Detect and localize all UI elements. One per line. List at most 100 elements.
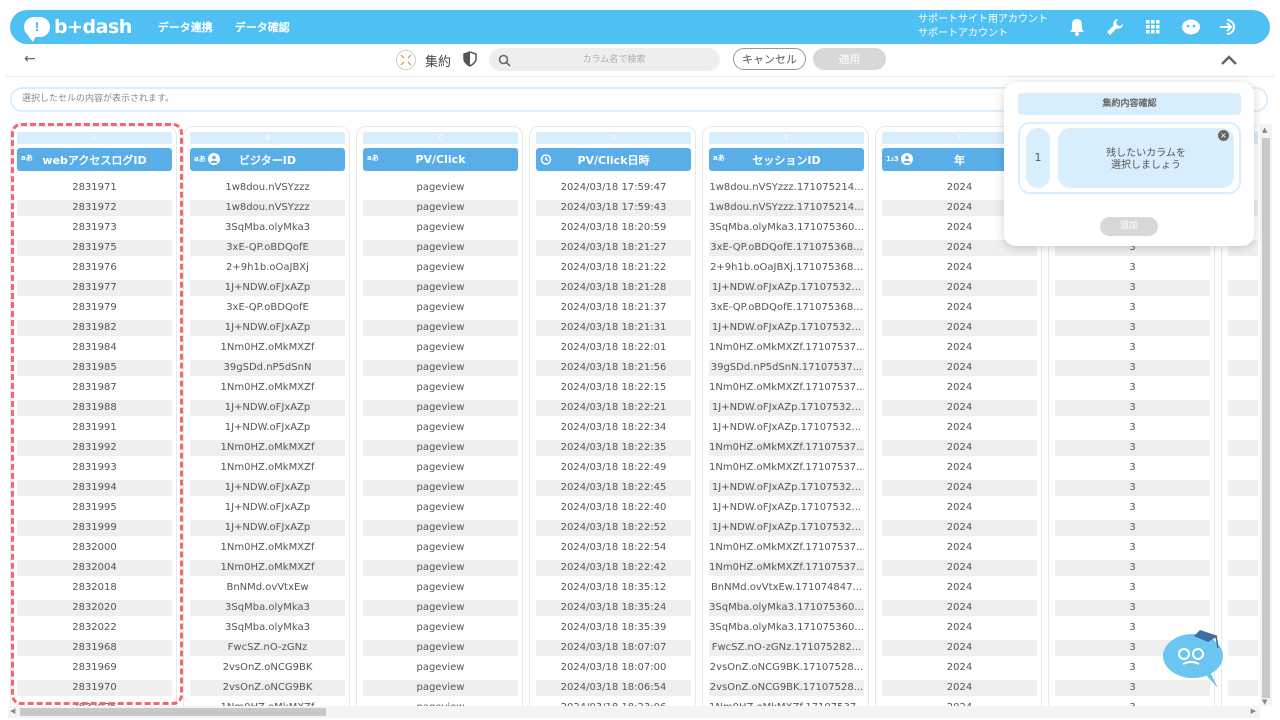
table-cell[interactable]: BnNMd.ovVtxEw [190,580,345,596]
table-cell[interactable]: pageview [363,400,518,416]
table-cell[interactable]: pageview [363,240,518,256]
table-cell[interactable] [1228,480,1258,496]
table-cell[interactable]: pageview [363,600,518,616]
column-e[interactable]: Eaあ セッションID 1w8dou.nVSYzzz.171075214... 1w8… [702,126,869,706]
table-cell[interactable] [1228,520,1258,536]
table-cell[interactable]: 2024 [882,480,1037,496]
table-cell[interactable]: 2831994 [17,480,172,496]
table-cell[interactable]: 1Nm0HZ.oMkMXZf.17107537... [709,460,864,476]
table-cell[interactable]: 2831975 [17,240,172,256]
table-cell[interactable]: 2831971 [17,180,172,196]
shield-icon[interactable] [463,51,477,71]
table-cell[interactable]: 1J+NDW.oFJxAZp.17107532... [709,280,864,296]
table-cell[interactable]: 2024/03/18 18:21:22 [536,260,691,276]
table-cell[interactable]: 3 [1055,580,1210,596]
table-cell[interactable] [1228,400,1258,416]
chevron-up-icon[interactable] [1220,51,1238,70]
column-letter[interactable]: A [17,132,172,144]
table-cell[interactable]: 2831993 [17,460,172,476]
table-cell[interactable]: 39gSDd.nP5dSnN [190,360,345,376]
table-cell[interactable]: 3 [1055,260,1210,276]
table-cell[interactable]: 3xE-QP.oBDQofE.171075368... [709,300,864,316]
table-cell[interactable]: 2024/03/18 17:59:43 [536,200,691,216]
table-cell[interactable]: 1J+NDW.oFJxAZp.17107532... [709,520,864,536]
scroll-left-icon[interactable]: ◀ [10,707,15,715]
table-cell[interactable]: 3 [1055,460,1210,476]
table-cell[interactable]: 2024 [882,520,1037,536]
close-icon[interactable]: × [1218,130,1229,141]
table-cell[interactable]: 2024/03/18 18:21:28 [536,280,691,296]
table-cell[interactable]: 3SqMba.olyMka3 [190,620,345,636]
table-cell[interactable]: pageview [363,200,518,216]
nav-data-confirm[interactable]: データ確認 [235,19,290,35]
table-cell[interactable]: 1J+NDW.oFJxAZp.17107532... [709,400,864,416]
cancel-button[interactable]: キャンセル [733,48,806,70]
table-cell[interactable]: 1J+NDW.oFJxAZp.17107532... [709,420,864,436]
table-cell[interactable]: FwcSZ.nO-zGNz [190,640,345,656]
table-cell[interactable]: 2831979 [17,300,172,316]
table-cell[interactable]: 2024/03/18 18:22:34 [536,420,691,436]
support-chat-icon[interactable] [1180,17,1202,37]
horizontal-scroll-thumb[interactable] [20,708,326,716]
table-cell[interactable]: 2024 [882,300,1037,316]
table-cell[interactable]: 2024 [882,560,1037,576]
table-cell[interactable]: pageview [363,680,518,696]
table-cell[interactable]: 3 [1055,320,1210,336]
table-cell[interactable]: 2024/03/18 18:07:07 [536,640,691,656]
table-cell[interactable]: 3 [1055,340,1210,356]
column-header[interactable]: aあ webアクセスログID [17,148,172,171]
table-cell[interactable]: 2831976 [17,260,172,276]
table-cell[interactable] [1228,560,1258,576]
table-cell[interactable] [1228,540,1258,556]
table-cell[interactable]: 1J+NDW.oFJxAZp [190,400,345,416]
table-cell[interactable]: 3xE-QP.oBDQofE [190,300,345,316]
table-cell[interactable]: 2024/03/18 18:35:12 [536,580,691,596]
table-cell[interactable] [1228,260,1258,276]
table-cell[interactable]: 2024/03/18 18:22:54 [536,540,691,556]
table-cell[interactable]: 2831970 [17,680,172,696]
column-letter[interactable]: B [190,132,345,144]
table-cell[interactable]: 2vsOnZ.oNCG9BK.17107528... [709,680,864,696]
table-cell[interactable]: 3 [1055,440,1210,456]
table-cell[interactable]: 2024 [882,360,1037,376]
column-search[interactable] [489,48,720,71]
scroll-up-icon[interactable]: ▲ [1262,126,1267,134]
table-cell[interactable]: pageview [363,380,518,396]
table-cell[interactable]: 1Nm0HZ.oMkMXZf [190,380,345,396]
table-cell[interactable]: 1J+NDW.oFJxAZp [190,280,345,296]
column-b[interactable]: Baあ ビジターID 1w8dou.nVSYzzz 1w8dou.nVSYzzz 3Sq… [183,126,350,706]
aggregate-item[interactable]: 1 残したいカラムを 選択しましょう × [1018,122,1241,194]
table-cell[interactable]: 1Nm0HZ.oMkMXZf.17107537... [709,440,864,456]
table-cell[interactable] [1228,680,1258,696]
table-cell[interactable]: 1J+NDW.oFJxAZp.17107532... [709,480,864,496]
table-cell[interactable] [1228,440,1258,456]
table-cell[interactable]: 2831999 [17,520,172,536]
apps-grid-icon[interactable] [1142,17,1164,37]
table-cell[interactable]: 1J+NDW.oFJxAZp [190,500,345,516]
table-cell[interactable]: pageview [363,260,518,276]
table-cell[interactable] [1228,620,1258,636]
table-cell[interactable]: 2024/03/18 18:22:15 [536,380,691,396]
table-cell[interactable]: 2832020 [17,600,172,616]
table-cell[interactable]: 2024 [882,600,1037,616]
table-cell[interactable]: 2+9h1b.oOaJBXj [190,260,345,276]
table-cell[interactable]: 1Nm0HZ.oMkMXZf.17107537... [709,540,864,556]
column-header[interactable]: aあ セッションID [709,148,864,171]
table-cell[interactable]: 1Nm0HZ.oMkMXZf.17107537... [709,340,864,356]
table-cell[interactable]: 39gSDd.nP5dSnN.17107537... [709,360,864,376]
table-cell[interactable]: pageview [363,620,518,636]
table-cell[interactable]: pageview [363,500,518,516]
table-cell[interactable] [1228,500,1258,516]
column-header[interactable]: PV/Click日時 [536,148,691,171]
table-cell[interactable]: 2024 [882,460,1037,476]
table-cell[interactable]: pageview [363,180,518,196]
table-cell[interactable]: 1J+NDW.oFJxAZp.17107532... [709,320,864,336]
table-cell[interactable]: pageview [363,340,518,356]
nav-data-integration[interactable]: データ連携 [158,19,213,35]
table-cell[interactable] [1228,280,1258,296]
table-cell[interactable]: 2024/03/18 18:22:40 [536,500,691,516]
table-cell[interactable]: 2024/03/18 17:59:47 [536,180,691,196]
table-cell[interactable]: pageview [363,520,518,536]
table-cell[interactable]: 3xE-QP.oBDQofE.171075368... [709,240,864,256]
table-cell[interactable]: 2832004 [17,560,172,576]
